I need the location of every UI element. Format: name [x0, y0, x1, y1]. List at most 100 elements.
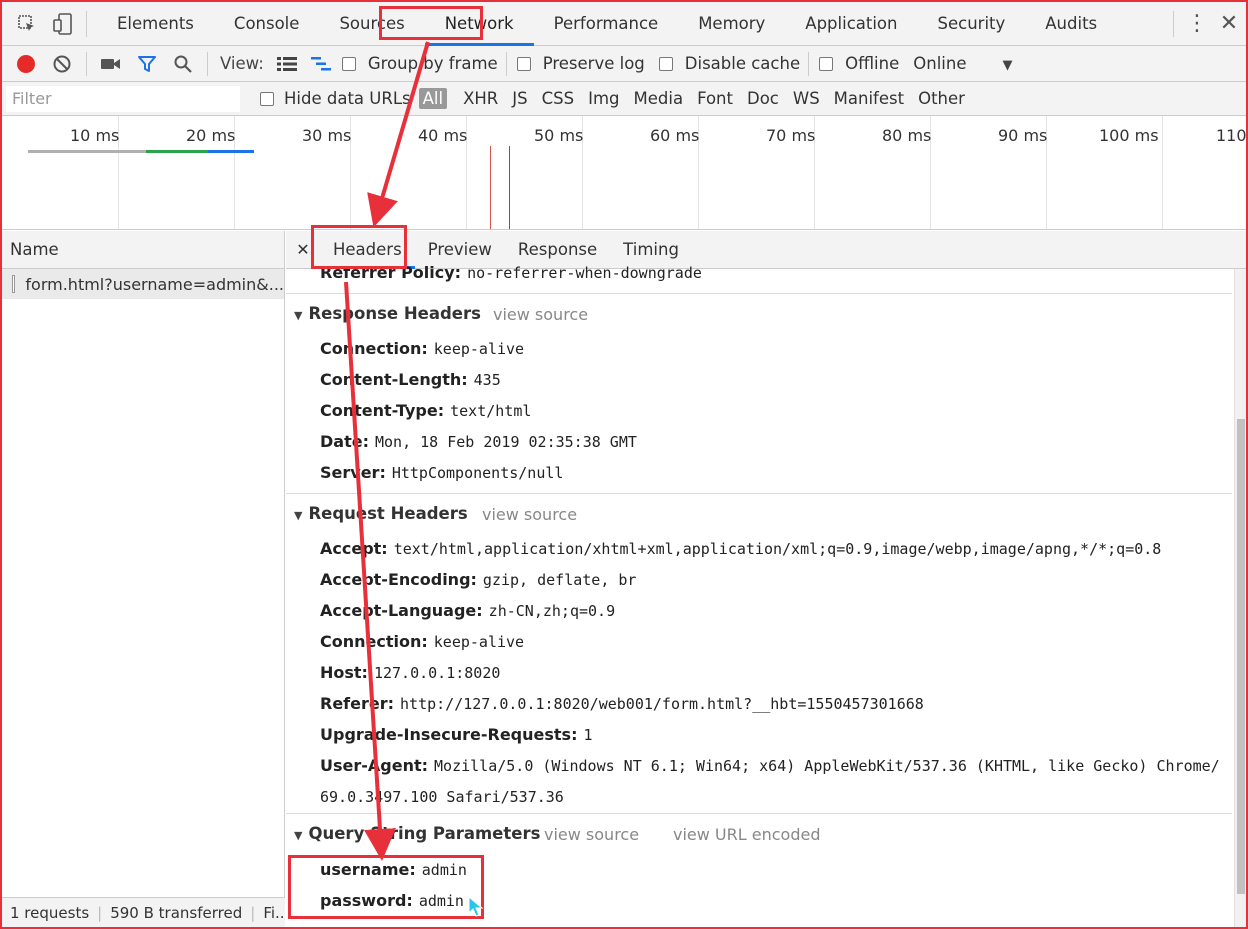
filter-type-ws[interactable]: WS [793, 89, 820, 108]
toolbar-separator [505, 51, 507, 76]
filter-button[interactable] [129, 46, 165, 82]
show-overview-button[interactable] [302, 46, 342, 82]
timeline-tick-label: 90 ms [998, 126, 1048, 145]
tab-application[interactable]: Application [785, 2, 917, 46]
header-value: 69.0.3497.100 Safari/537.36 [320, 788, 564, 806]
filter-type-font[interactable]: Font [697, 89, 733, 108]
filter-type-js[interactable]: JS [512, 89, 527, 108]
timeline-tick-label: 60 ms [650, 126, 700, 145]
tab-audits[interactable]: Audits [1025, 2, 1117, 46]
disable-cache-checkbox[interactable]: Disable cache [658, 54, 801, 73]
throttling-select[interactable]: Online ▼ [913, 54, 1012, 73]
timeline-tick-label: 110 [1216, 126, 1246, 145]
header-name: Host: [320, 663, 368, 682]
timeline-overview[interactable]: 10 ms 20 ms 30 ms 40 ms 50 ms 60 ms 70 m… [2, 116, 1246, 230]
summary-separator: | [97, 903, 103, 922]
filter-type-other[interactable]: Other [918, 89, 965, 108]
annotation-box-headers [311, 225, 407, 269]
filter-type-xhr[interactable]: XHR [463, 89, 498, 108]
hide-data-urls-label: Hide data URLs [284, 89, 411, 108]
tab-console[interactable]: Console [214, 2, 320, 46]
request-headers-toggle[interactable]: ▼ Request Headers [294, 504, 468, 523]
offline-checkbox[interactable]: Offline [819, 54, 899, 73]
filter-type-media[interactable]: Media [634, 89, 684, 108]
checkbox-box [260, 91, 274, 106]
tab-elements[interactable]: Elements [97, 2, 214, 46]
timeline-tick-label: 30 ms [302, 126, 352, 145]
tab-memory[interactable]: Memory [678, 2, 785, 46]
name-column-header[interactable]: Name [2, 231, 284, 269]
detail-scrollbar[interactable] [1234, 269, 1246, 927]
header-value: zh-CN,zh;q=0.9 [488, 602, 616, 620]
timeline-tick-label: 20 ms [186, 126, 236, 145]
toolbar-separator [808, 51, 810, 76]
checkbox-box [516, 56, 531, 71]
header-value: text/html,application/xhtml+xml,applicat… [393, 540, 1162, 558]
header-name: Upgrade-Insecure-Requests: [320, 725, 578, 744]
toolbar-separator [86, 51, 87, 76]
header-name: Date: [320, 432, 369, 451]
search-button[interactable] [165, 46, 201, 82]
request-view-source-link[interactable]: view source [482, 505, 577, 524]
header-row: Upgrade-Insecure-Requests: 1 [320, 725, 593, 744]
query-params-toggle[interactable]: ▼ Query String Parameters [294, 824, 540, 843]
capture-screenshots-button[interactable] [93, 46, 129, 82]
load-event-line [490, 146, 491, 229]
filter-bar: Hide data URLs All XHR JS CSS Img Media … [2, 82, 1246, 116]
timeline-tick-label: 40 ms [418, 126, 468, 145]
header-value: http://127.0.0.1:8020/web001/form.html?_… [400, 695, 924, 713]
header-name: User-Agent: [320, 756, 429, 775]
header-value: HttpComponents/null [391, 464, 564, 482]
filter-type-manifest[interactable]: Manifest [834, 89, 904, 108]
tab-performance[interactable]: Performance [534, 2, 679, 46]
waterfall-icon [310, 56, 331, 70]
timeline-tick-label: 100 ms [1099, 126, 1159, 145]
close-devtools-icon[interactable]: ✕ [1212, 2, 1246, 46]
filter-type-doc[interactable]: Doc [747, 89, 779, 108]
mouse-cursor-icon [468, 895, 484, 922]
filter-type-img[interactable]: Img [588, 89, 619, 108]
domcontentloaded-line [509, 146, 510, 229]
request-row[interactable]: form.html?username=admin&... [2, 269, 284, 299]
tab-security[interactable]: Security [918, 2, 1026, 46]
network-toolbar: View: Group by frame Preserve log Disabl… [2, 46, 1246, 82]
view-label: View: [220, 54, 264, 73]
clear-button[interactable] [44, 46, 80, 82]
preserve-log-checkbox[interactable]: Preserve log [516, 54, 645, 73]
document-icon [12, 275, 16, 293]
timeline-tick-label: 80 ms [882, 126, 932, 145]
header-name: Connection: [320, 632, 428, 651]
filter-input[interactable] [6, 85, 240, 112]
devtools-tab-bar: Elements Console Sources Network Perform… [2, 2, 1246, 46]
header-row: Date: Mon, 18 Feb 2019 02:35:38 GMT [320, 432, 637, 451]
group-by-frame-checkbox[interactable]: Group by frame [341, 54, 498, 73]
header-value: 435 [473, 371, 501, 389]
filter-type-all[interactable]: All [418, 88, 448, 109]
header-value: Mozilla/5.0 (Windows NT 6.1; Win64; x64)… [434, 757, 1220, 775]
group-by-frame-label: Group by frame [367, 54, 498, 73]
waterfall-ttfb-bar [146, 150, 208, 153]
offline-label: Offline [845, 54, 900, 73]
header-row: Accept: text/html,application/xhtml+xml,a… [320, 539, 1161, 558]
response-view-source-link[interactable]: view source [493, 305, 588, 324]
filter-type-css[interactable]: CSS [542, 89, 574, 108]
hide-data-urls-checkbox[interactable]: Hide data URLs [260, 89, 411, 108]
query-view-source-link[interactable]: view source [544, 825, 639, 844]
timeline-tick-label: 10 ms [70, 126, 120, 145]
header-name: Accept: [320, 539, 388, 558]
header-value: 127.0.0.1:8020 [373, 664, 501, 682]
header-name: Accept-Language: [320, 601, 483, 620]
camera-icon [101, 58, 120, 69]
view-url-encoded-link[interactable]: view URL encoded [673, 825, 820, 844]
disable-cache-label: Disable cache [684, 54, 801, 73]
response-headers-toggle[interactable]: ▼ Response Headers [294, 304, 481, 323]
tab-separator [86, 10, 87, 37]
large-request-rows-button[interactable] [272, 46, 302, 82]
checkbox-box [658, 56, 673, 71]
device-toolbar-icon[interactable] [50, 11, 76, 37]
record-button[interactable] [8, 46, 44, 82]
more-options-icon[interactable]: ⋮ [1182, 2, 1212, 46]
inspect-element-icon[interactable] [14, 11, 40, 37]
scrollbar-thumb[interactable] [1237, 419, 1245, 894]
header-value: text/html [450, 402, 532, 420]
